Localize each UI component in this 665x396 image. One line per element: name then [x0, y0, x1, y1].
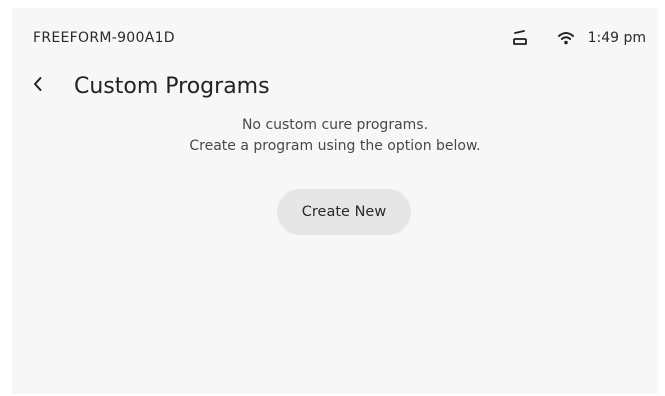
back-button[interactable] [32, 70, 58, 102]
empty-state-message: No custom cure programs. Create a progra… [12, 115, 658, 157]
status-bar: FREEFORM-900A1D 1:49 pm [12, 8, 658, 70]
status-icons: 1:49 pm [510, 28, 646, 48]
tray-icon [510, 28, 530, 48]
device-name: FREEFORM-900A1D [33, 30, 175, 46]
clock: 1:49 pm [587, 30, 646, 46]
page-title: Custom Programs [74, 73, 270, 99]
custom-programs-screen: FREEFORM-900A1D 1:49 pm Custom Programs … [12, 8, 658, 394]
empty-state-line-2: Create a program using the option below. [189, 138, 481, 154]
page-header: Custom Programs [32, 70, 270, 102]
wifi-icon [556, 28, 576, 48]
create-new-button[interactable]: Create New [277, 189, 411, 235]
empty-state-line-1: No custom cure programs. [241, 117, 429, 133]
chevron-left-icon [32, 76, 44, 96]
